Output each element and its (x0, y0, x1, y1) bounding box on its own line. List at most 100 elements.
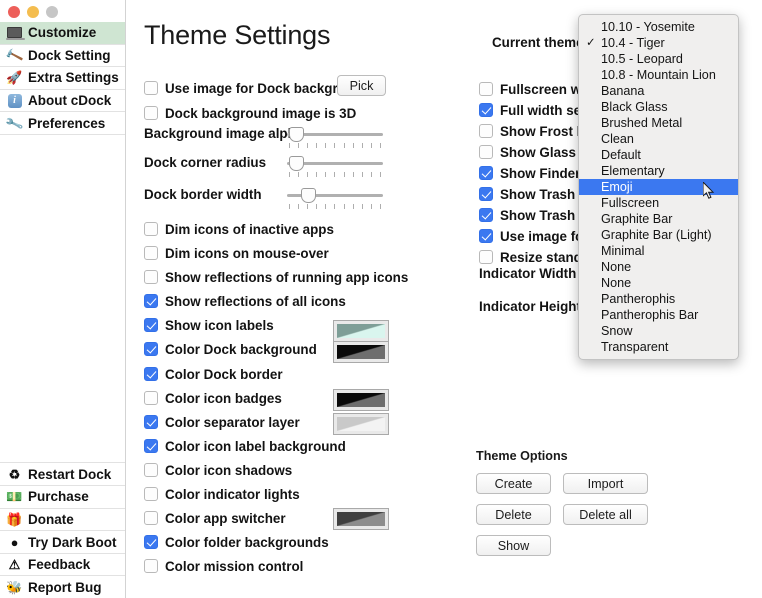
color-separator-layer-row[interactable]: Color separator layer (144, 412, 300, 432)
dim-icons-mouse-over-row[interactable]: Dim icons on mouse-over (144, 243, 329, 263)
sidebar-item-about-cdock[interactable]: i About cDock (0, 90, 125, 113)
color-indicator-lights-row[interactable]: Color indicator lights (144, 484, 300, 504)
menu-item-snow[interactable]: Snow (579, 323, 738, 339)
menu-item-pantherophis-bar[interactable]: Pantherophis Bar (579, 307, 738, 323)
menu-item-none[interactable]: None (579, 259, 738, 275)
menu-item-10-5-leopard[interactable]: 10.5 - Leopard (579, 51, 738, 67)
delete-all-themes-button[interactable]: Delete all (563, 504, 648, 525)
color-mission-control-checkbox[interactable] (144, 559, 158, 573)
sidebar-item-customize[interactable]: Customize (0, 22, 125, 45)
menu-item-graphite-bar-light[interactable]: Graphite Bar (Light) (579, 227, 738, 243)
sidebar-item-restart-dock[interactable]: ♻ Restart Dock (0, 462, 125, 485)
color-icon-badges-row[interactable]: Color icon badges (144, 388, 282, 408)
color-indicator-lights-checkbox[interactable] (144, 487, 158, 501)
sidebar-item-purchase[interactable]: 💵 Purchase (0, 485, 125, 508)
slider-knob[interactable] (289, 156, 304, 171)
menu-item-fullscreen[interactable]: Fullscreen (579, 195, 738, 211)
color-icon-label-background-swatch[interactable] (333, 413, 389, 435)
show-icon-labels-checkbox[interactable] (144, 318, 158, 332)
color-mission-control-row[interactable]: Color mission control (144, 556, 303, 576)
color-folder-backgrounds-swatch[interactable] (333, 508, 389, 530)
dim-icons-inactive-apps-checkbox[interactable] (144, 222, 158, 236)
resize-standard-checkbox[interactable] (479, 250, 493, 264)
color-icon-shadows-checkbox[interactable] (144, 463, 158, 477)
show-icon-labels-row[interactable]: Show icon labels (144, 315, 274, 335)
menu-item-graphite-bar[interactable]: Graphite Bar (579, 211, 738, 227)
dock-corner-radius-slider[interactable] (287, 154, 383, 177)
sidebar: Customize 🔨 Dock Setting 🚀 Extra Setting… (0, 0, 126, 598)
sidebar-item-report-bug[interactable]: 🐝 Report Bug (0, 575, 125, 598)
import-theme-button[interactable]: Import (563, 473, 648, 494)
dim-icons-mouse-over-checkbox[interactable] (144, 246, 158, 260)
pick-button[interactable]: Pick (337, 75, 386, 96)
slider-knob[interactable] (289, 127, 304, 142)
menu-item-10-4-tiger[interactable]: 10.4 - Tiger (579, 35, 738, 51)
color-folder-backgrounds-checkbox[interactable] (144, 535, 158, 549)
use-image-for-app-checkbox[interactable] (479, 229, 493, 243)
menu-item-default[interactable]: Default (579, 147, 738, 163)
show-reflections-running-row[interactable]: Show reflections of running app icons (144, 267, 408, 287)
sidebar-item-try-dark-boot[interactable]: ● Try Dark Boot (0, 530, 125, 553)
color-icon-shadows-row[interactable]: Color icon shadows (144, 460, 292, 480)
color-separator-layer-swatch[interactable] (333, 389, 389, 411)
zoom-button[interactable] (46, 6, 58, 18)
show-glass-layer-checkbox[interactable] (479, 145, 493, 159)
color-app-switcher-checkbox[interactable] (144, 511, 158, 525)
sidebar-item-preferences[interactable]: 🔧 Preferences (0, 112, 125, 135)
sidebar-item-donate[interactable]: 🎁 Donate (0, 507, 125, 531)
menu-item-emoji[interactable]: Emoji (579, 179, 738, 195)
show-trash-items-checkbox[interactable] (479, 208, 493, 222)
show-reflections-running-checkbox[interactable] (144, 270, 158, 284)
background-image-alpha-slider[interactable] (287, 125, 383, 148)
close-button[interactable] (8, 6, 20, 18)
fullscreen-width-checkbox[interactable] (479, 82, 493, 96)
show-reflections-all-checkbox[interactable] (144, 294, 158, 308)
sidebar-item-extra-settings[interactable]: 🚀 Extra Settings (0, 67, 125, 90)
color-dock-background-row[interactable]: Color Dock background (144, 339, 317, 359)
color-icon-label-background-checkbox[interactable] (144, 439, 158, 453)
sidebar-bottom-group: ♻ Restart Dock 💵 Purchase 🎁 Donate ● Try… (0, 462, 125, 598)
minimize-button[interactable] (27, 6, 39, 18)
color-separator-layer-checkbox[interactable] (144, 415, 158, 429)
menu-item-brushed-metal[interactable]: Brushed Metal (579, 115, 738, 131)
color-dock-border-row[interactable]: Color Dock border (144, 364, 283, 384)
show-finder-icon-checkbox[interactable] (479, 166, 493, 180)
menu-item-minimal[interactable]: Minimal (579, 243, 738, 259)
create-theme-button[interactable]: Create (476, 473, 551, 494)
menu-item-clean[interactable]: Clean (579, 131, 738, 147)
warning-icon: ⚠ (8, 557, 21, 573)
sidebar-item-dock-setting[interactable]: 🔨 Dock Setting (0, 45, 125, 68)
checkbox-label: Color indicator lights (165, 486, 300, 502)
theme-options-title: Theme Options (476, 449, 568, 463)
color-dock-background-swatch[interactable] (333, 320, 389, 342)
slider-knob[interactable] (301, 188, 316, 203)
show-theme-button[interactable]: Show (476, 535, 551, 556)
show-reflections-all-row[interactable]: Show reflections of all icons (144, 291, 346, 311)
full-width-separator-checkbox[interactable] (479, 103, 493, 117)
menu-item-elementary[interactable]: Elementary (579, 163, 738, 179)
menu-item-none[interactable]: None (579, 275, 738, 291)
menu-item-transparent[interactable]: Transparent (579, 339, 738, 355)
color-icon-label-background-row[interactable]: Color icon label background (144, 436, 346, 456)
color-icon-badges-checkbox[interactable] (144, 391, 158, 405)
dim-icons-inactive-apps-row[interactable]: Dim icons of inactive apps (144, 219, 334, 239)
dock-background-image-3d-row[interactable]: Dock background image is 3D (144, 103, 356, 123)
menu-item-banana[interactable]: Banana (579, 83, 738, 99)
dock-border-width-slider[interactable] (287, 186, 383, 209)
use-image-for-dock-background-checkbox[interactable] (144, 81, 158, 95)
menu-item-10-8-mountain-lion[interactable]: 10.8 - Mountain Lion (579, 67, 738, 83)
dock-background-image-3d-checkbox[interactable] (144, 106, 158, 120)
color-app-switcher-row[interactable]: Color app switcher (144, 508, 286, 528)
delete-theme-button[interactable]: Delete (476, 504, 551, 525)
color-dock-border-checkbox[interactable] (144, 367, 158, 381)
sidebar-item-feedback[interactable]: ⚠ Feedback (0, 552, 125, 576)
color-dock-background-checkbox[interactable] (144, 342, 158, 356)
show-trash-icon-checkbox[interactable] (479, 187, 493, 201)
show-frost-layer-checkbox[interactable] (479, 124, 493, 138)
menu-item-10-10-yosemite[interactable]: 10.10 - Yosemite (579, 19, 738, 35)
menu-item-black-glass[interactable]: Black Glass (579, 99, 738, 115)
theme-dropdown-menu[interactable]: 10.10 - Yosemite10.4 - Tiger10.5 - Leopa… (578, 14, 739, 360)
menu-item-pantherophis[interactable]: Pantherophis (579, 291, 738, 307)
color-dock-border-swatch[interactable] (333, 341, 389, 363)
color-folder-backgrounds-row[interactable]: Color folder backgrounds (144, 532, 329, 552)
